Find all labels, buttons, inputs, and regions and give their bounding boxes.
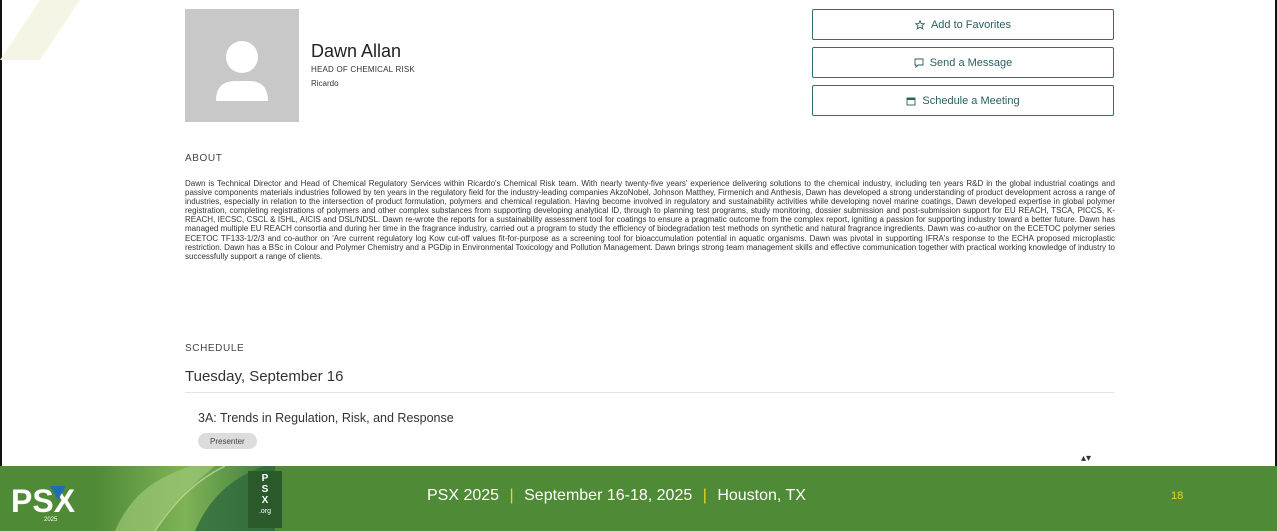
psx-org-letter-s: S bbox=[261, 484, 269, 495]
schedule-heading: SCHEDULE bbox=[185, 343, 245, 354]
footer-location: Houston, TX bbox=[717, 487, 806, 504]
profile-name: Dawn Allan bbox=[311, 41, 402, 61]
schedule-day: Tuesday, September 16 bbox=[185, 368, 344, 385]
chat-bubble-icon bbox=[914, 58, 924, 68]
add-to-favorites-label: Add to Favorites bbox=[930, 18, 1012, 31]
session-title[interactable]: 3A: Trends in Regulation, Risk, and Resp… bbox=[198, 411, 454, 425]
about-heading: ABOUT bbox=[185, 153, 223, 164]
footer-separator: | bbox=[509, 487, 514, 504]
psx-org-letter-x: X bbox=[261, 495, 269, 506]
more-options-icon[interactable]: ▴▾ bbox=[1081, 453, 1091, 464]
psx-logo-text: PSX bbox=[11, 483, 76, 519]
profile-organization: Ricardo bbox=[311, 79, 339, 88]
psx-org-suffix: .org bbox=[258, 508, 272, 515]
about-text: Dawn is Technical Director and Head of C… bbox=[185, 179, 1115, 261]
footer-event-info: PSX 2025 | September 16-18, 2025 | Houst… bbox=[427, 487, 806, 505]
psx-logo-year: 2025 bbox=[44, 517, 58, 523]
profile-title: HEAD OF CHEMICAL RISK bbox=[311, 65, 415, 74]
calendar-icon bbox=[906, 96, 916, 106]
psx-org-logo: P S X .org bbox=[248, 471, 282, 528]
role-badge: Presenter bbox=[198, 433, 257, 449]
add-to-favorites-button[interactable]: Add to Favorites bbox=[812, 9, 1114, 40]
footer-dates: September 16-18, 2025 bbox=[524, 487, 693, 504]
footer-separator: | bbox=[702, 487, 707, 504]
schedule-meeting-label: Schedule a Meeting bbox=[922, 94, 1020, 107]
person-placeholder-icon bbox=[216, 41, 268, 101]
star-outline-icon bbox=[914, 19, 925, 30]
send-message-button[interactable]: Send a Message bbox=[812, 47, 1114, 78]
send-message-label: Send a Message bbox=[929, 56, 1013, 69]
corner-decoration bbox=[0, 0, 80, 60]
psx-logo: PSX 2025 bbox=[8, 474, 88, 524]
psx-org-letter-p: P bbox=[261, 473, 269, 484]
slide-footer: PSX 2025 P S X .org PSX 2025 | September… bbox=[0, 466, 1277, 531]
slide-frame-left bbox=[0, 0, 2, 466]
schedule-meeting-button[interactable]: Schedule a Meeting bbox=[812, 85, 1114, 116]
divider bbox=[185, 392, 1114, 393]
avatar bbox=[185, 9, 299, 122]
footer-event: PSX 2025 bbox=[427, 487, 500, 504]
slide-number: 18 bbox=[1171, 490, 1184, 502]
